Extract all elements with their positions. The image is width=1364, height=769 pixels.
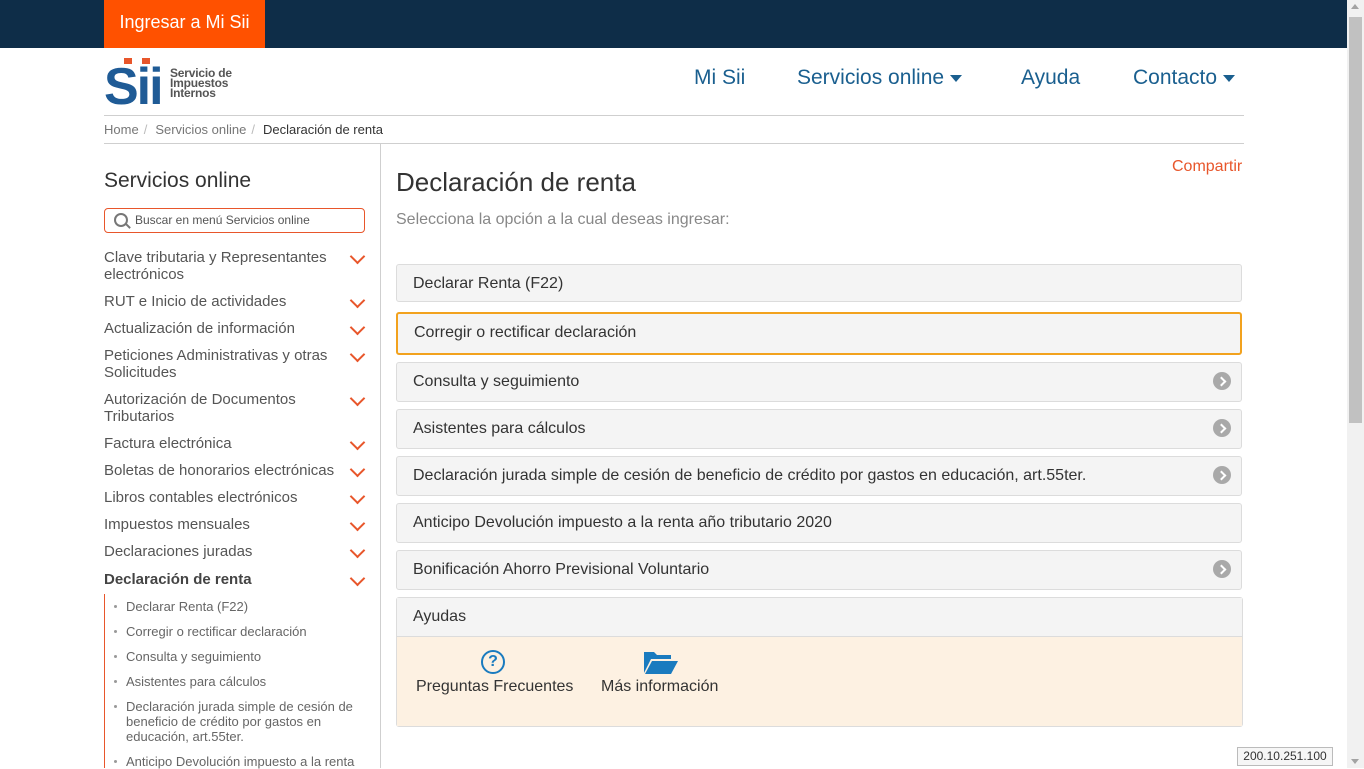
sidebar-item-actualizacion[interactable]: Actualización de información [104, 320, 336, 337]
breadcrumb-separator: / [143, 122, 148, 137]
nav-ayuda[interactable]: Ayuda [1021, 66, 1080, 90]
chevron-down-icon[interactable] [349, 390, 366, 407]
option-label: Anticipo Devolución impuesto a la renta … [413, 514, 832, 531]
submenu-item-declaracion-jurada[interactable]: Declaración jurada simple de cesión de b… [126, 699, 366, 744]
help-link-label: Preguntas Frecuentes [416, 678, 574, 695]
scroll-down-arrow-icon[interactable] [1351, 759, 1359, 764]
sidebar-item-declaraciones-juradas[interactable]: Declaraciones juradas [104, 543, 336, 560]
sidebar-item-autorizacion[interactable]: Autorización de Documentos Tributarios [104, 391, 336, 425]
chevron-right-circle-icon [1213, 419, 1231, 437]
breadcrumb-separator: / [251, 122, 255, 137]
chevron-down-icon[interactable] [349, 515, 366, 532]
breadcrumb-servicios-online[interactable]: Servicios online [155, 122, 246, 137]
sidebar-search-input[interactable] [135, 211, 357, 228]
share-link[interactable]: Compartir [1172, 158, 1242, 176]
caret-down-icon [950, 74, 963, 82]
nav-contacto[interactable]: Contacto [1133, 66, 1236, 90]
logo-text: Servicio de Impuestos Internos [170, 67, 232, 99]
chevron-down-icon[interactable] [349, 319, 366, 336]
bullet-icon [114, 605, 117, 608]
sii-logo-mark-icon: Sii [104, 58, 164, 116]
option-corregir-rectificar[interactable]: Corregir o rectificar declaración [396, 312, 1242, 355]
scrollbar-thumb[interactable] [1349, 17, 1362, 423]
sidebar-item-impuestos[interactable]: Impuestos mensuales [104, 516, 336, 533]
submenu-item-corregir[interactable]: Corregir o rectificar declaración [126, 624, 366, 639]
option-label: Declaración jurada simple de cesión de b… [413, 467, 1087, 484]
caret-down-icon [1223, 74, 1236, 82]
submenu-item-asistentes[interactable]: Asistentes para cálculos [126, 674, 366, 689]
page-title: Declaración de renta [396, 167, 636, 197]
bullet-icon [114, 655, 117, 658]
logo-letters: Sii [104, 58, 162, 108]
chevron-down-icon[interactable] [349, 434, 366, 451]
top-bar: Ingresar a Mi Sii [0, 0, 1347, 48]
bullet-icon [114, 760, 117, 763]
option-asistentes-calculos[interactable]: Asistentes para cálculos [396, 409, 1242, 449]
submenu-indicator [104, 594, 105, 768]
chevron-down-icon[interactable] [349, 346, 366, 363]
bullet-icon [114, 630, 117, 633]
submenu-item-anticipo[interactable]: Anticipo Devolución impuesto a la renta [126, 754, 366, 769]
option-label: Consulta y seguimiento [413, 373, 580, 390]
divider [104, 143, 1244, 144]
breadcrumb-current: Declaración de renta [262, 122, 383, 137]
submenu-item-declarar-renta[interactable]: Declarar Renta (F22) [126, 599, 366, 614]
question-circle-icon: ? [481, 650, 505, 674]
nav-servicios-online[interactable]: Servicios online [797, 66, 963, 90]
help-panel: Ayudas ? Preguntas Frecuentes Más inform… [396, 597, 1243, 727]
chevron-down-icon[interactable] [349, 292, 366, 309]
sidebar-item-boletas[interactable]: Boletas de honorarios electrónicas [104, 462, 336, 479]
option-label: Corregir o rectificar declaración [414, 324, 637, 341]
sidebar-item-peticiones[interactable]: Peticiones Administrativas y otras Solic… [104, 347, 336, 381]
chevron-down-icon[interactable] [349, 488, 366, 505]
nav-mi-sii-label: Mi Sii [694, 66, 746, 89]
vertical-scrollbar[interactable] [1347, 0, 1364, 768]
sidebar-item-rut[interactable]: RUT e Inicio de actividades [104, 293, 336, 310]
page-subtitle: Selecciona la opción a la cual deseas in… [396, 211, 730, 228]
help-link-preguntas-frecuentes[interactable]: ? Preguntas Frecuentes [397, 637, 587, 726]
sidebar-item-declaracion-renta[interactable]: Declaración de renta [104, 571, 336, 588]
chevron-right-circle-icon [1213, 372, 1231, 390]
nav-mi-sii[interactable]: Mi Sii [694, 66, 745, 90]
search-icon [114, 213, 128, 227]
chevron-down-icon[interactable] [349, 461, 366, 478]
divider [104, 115, 1244, 116]
nav-ayuda-label: Ayuda [1021, 66, 1081, 89]
chevron-right-circle-icon [1213, 466, 1231, 484]
chevron-down-icon[interactable] [349, 542, 366, 559]
submenu-item-consulta[interactable]: Consulta y seguimiento [126, 649, 366, 664]
option-label: Asistentes para cálculos [413, 420, 586, 437]
sidebar-title: Servicios online [104, 169, 252, 192]
chevron-down-icon[interactable] [349, 248, 366, 265]
scroll-up-arrow-icon[interactable] [1351, 4, 1359, 9]
help-title: Ayudas [413, 608, 467, 625]
sidebar-item-factura[interactable]: Factura electrónica [104, 435, 336, 452]
chevron-down-icon[interactable] [349, 570, 366, 587]
ip-address-badge: 200.10.251.100 [1237, 747, 1333, 766]
option-consulta-seguimiento[interactable]: Consulta y seguimiento [396, 362, 1242, 402]
option-label: Bonificación Ahorro Previsional Voluntar… [413, 561, 710, 578]
breadcrumb: Home / Servicios online / Declaración de ren… [104, 122, 383, 137]
nav-contacto-label: Contacto [1133, 66, 1218, 89]
option-anticipo-devolucion[interactable]: Anticipo Devolución impuesto a la renta … [396, 503, 1242, 543]
help-link-label: Más información [601, 678, 719, 695]
chevron-right-circle-icon [1213, 560, 1231, 578]
help-body: ? Preguntas Frecuentes Más información [397, 637, 1242, 726]
bullet-icon [114, 680, 117, 683]
option-bonificacion-apv[interactable]: Bonificación Ahorro Previsional Voluntar… [396, 550, 1242, 590]
sidebar-item-libros[interactable]: Libros contables electrónicos [104, 489, 336, 506]
nav-servicios-online-label: Servicios online [797, 66, 945, 89]
option-declarar-renta[interactable]: Declarar Renta (F22) [396, 264, 1242, 302]
sidebar-item-clave-tributaria[interactable]: Clave tributaria y Representantes electr… [104, 249, 336, 283]
sidebar-search-box[interactable] [104, 208, 365, 233]
help-link-mas-informacion[interactable]: Más información [587, 637, 737, 726]
login-mi-sii-button[interactable]: Ingresar a Mi Sii [104, 0, 265, 48]
option-label: Declarar Renta (F22) [413, 275, 564, 292]
column-divider [380, 144, 381, 768]
bullet-icon [114, 705, 117, 708]
open-folder-icon [644, 652, 678, 674]
breadcrumb-home[interactable]: Home [104, 122, 139, 137]
help-header: Ayudas [397, 598, 1242, 637]
option-declaracion-jurada[interactable]: Declaración jurada simple de cesión de b… [396, 456, 1242, 496]
